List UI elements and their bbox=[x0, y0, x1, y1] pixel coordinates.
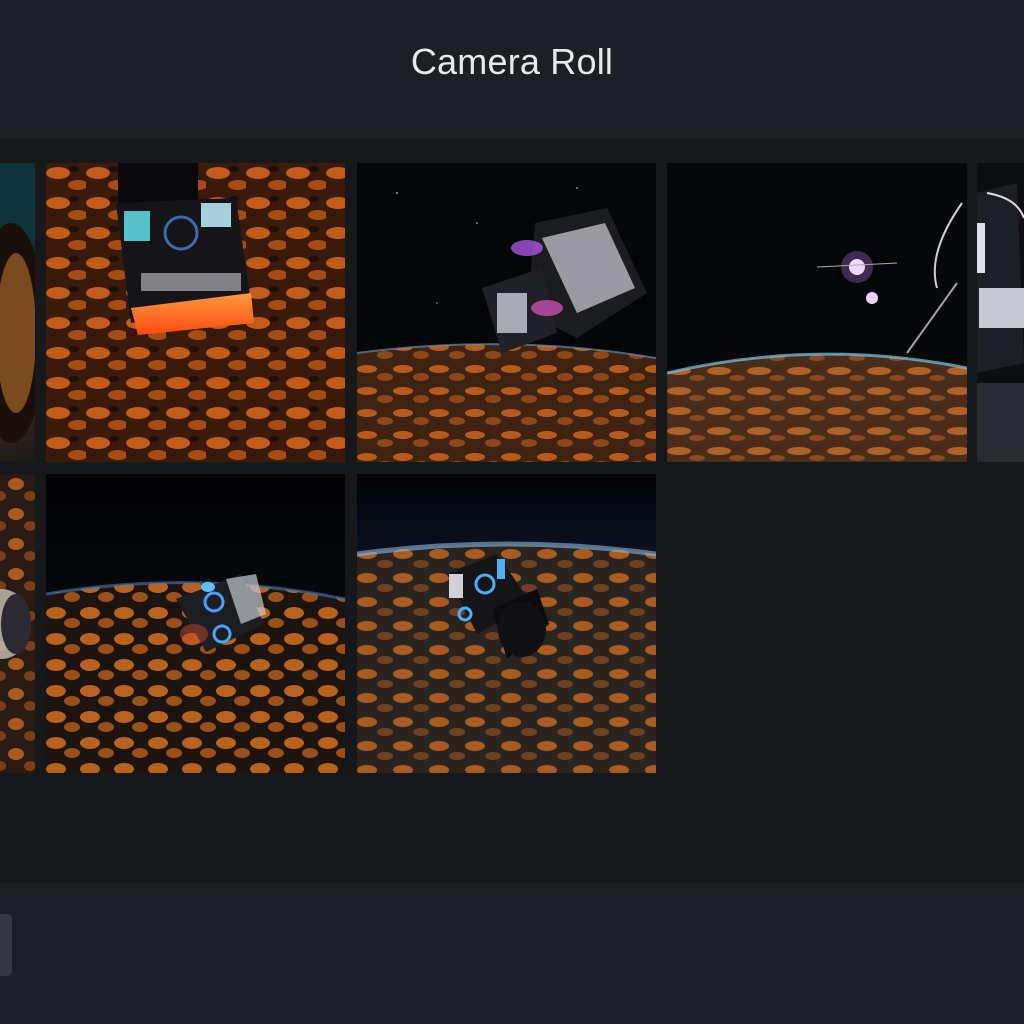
photo-thumbnail[interactable] bbox=[667, 163, 967, 462]
back-button[interactable] bbox=[0, 914, 12, 976]
footer-bar bbox=[0, 883, 1024, 1024]
photo-thumbnail[interactable] bbox=[357, 474, 656, 773]
photo-thumbnail[interactable] bbox=[0, 163, 35, 462]
page-title: Camera Roll bbox=[410, 40, 614, 82]
photo-thumbnail[interactable] bbox=[46, 474, 345, 773]
photo-thumbnail[interactable] bbox=[46, 163, 345, 462]
photo-thumbnail[interactable] bbox=[977, 163, 1024, 462]
photo-thumbnail[interactable] bbox=[0, 474, 35, 773]
photo-thumbnail[interactable] bbox=[357, 163, 656, 462]
header-bar: Camera Roll bbox=[0, 0, 1024, 139]
photo-grid bbox=[0, 139, 1024, 883]
